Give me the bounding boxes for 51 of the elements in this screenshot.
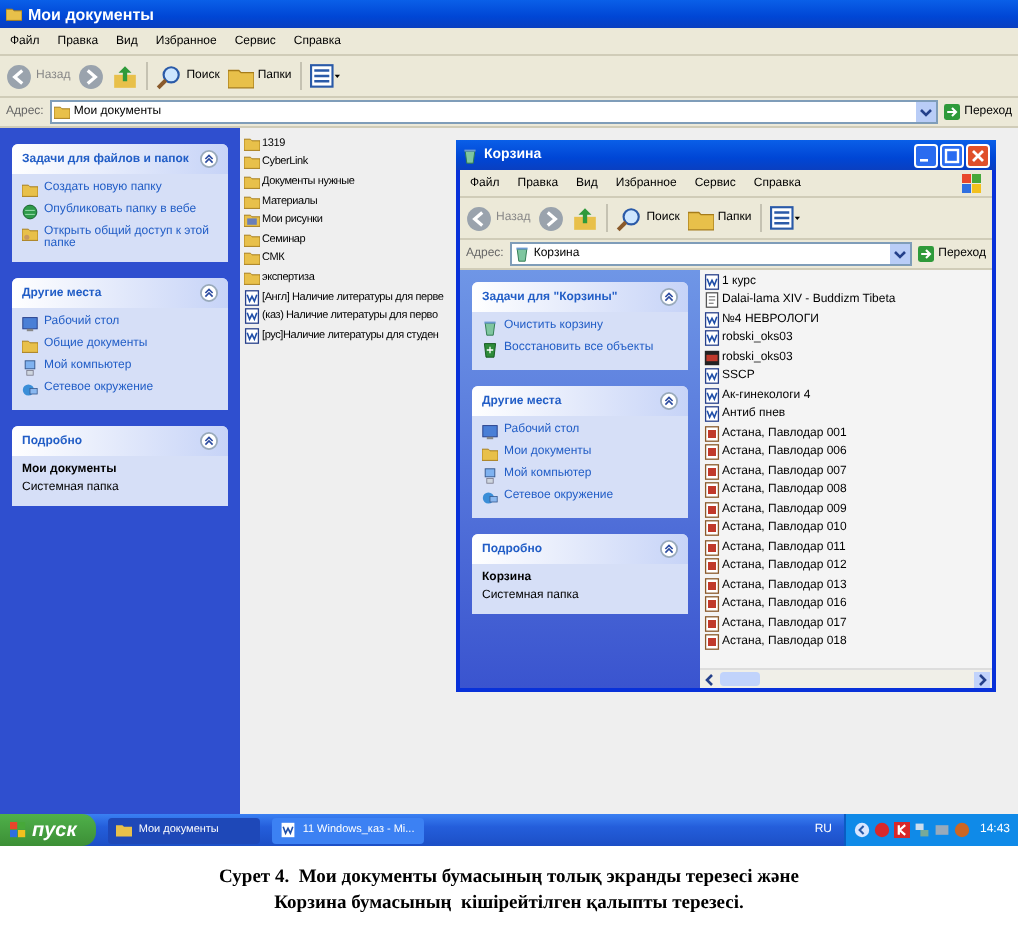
go-arrow-icon <box>918 246 935 262</box>
collapse-icon[interactable] <box>660 288 678 306</box>
figure-caption: Корзина бумасының кішірейтілген қалыпты терезесі. <box>274 892 744 918</box>
go-arrow-icon <box>944 104 961 120</box>
network-icon <box>22 382 38 398</box>
window-title: Мои документы <box>28 5 154 23</box>
network-icon[interactable] <box>913 822 930 838</box>
horizontal-scrollbar[interactable] <box>700 668 992 688</box>
folder-icon <box>116 822 133 838</box>
flag-logo-icon <box>962 173 982 193</box>
folder-icon <box>6 6 22 22</box>
share-folder-icon <box>22 226 38 242</box>
recycle-bin-icon <box>482 320 498 336</box>
close-button[interactable] <box>966 143 990 167</box>
k-logo-icon[interactable] <box>893 822 910 838</box>
desktop-icon <box>482 424 498 440</box>
maximize-icon <box>944 147 960 163</box>
views-icon[interactable] <box>769 205 800 231</box>
folder-icon <box>482 446 498 462</box>
scroll-thumb[interactable] <box>720 672 760 686</box>
folder-icon <box>53 104 70 120</box>
search-icon <box>616 205 643 231</box>
collapse-icon[interactable] <box>660 392 678 410</box>
views-icon[interactable] <box>309 63 340 89</box>
picture-folder-icon <box>244 212 260 229</box>
collapse-icon[interactable] <box>200 432 218 450</box>
folder-icon <box>22 338 38 354</box>
document-icon <box>280 822 297 838</box>
folder-icon <box>22 182 38 198</box>
scroll-right-arrow-icon[interactable] <box>974 671 990 687</box>
search-icon <box>156 63 183 89</box>
computer-icon <box>22 360 38 376</box>
recycle-bin-icon <box>462 147 478 163</box>
figure-caption: Сурет 4. Мои документы бумасының толық экранды терезесі және <box>219 866 799 892</box>
network-icon <box>482 490 498 506</box>
up-folder-icon[interactable] <box>112 63 139 89</box>
computer-icon <box>482 468 498 484</box>
flag-logo-icon <box>10 822 26 838</box>
collapse-icon[interactable] <box>200 284 218 302</box>
collapse-icon[interactable] <box>660 540 678 558</box>
maximize-button[interactable] <box>940 143 964 167</box>
restore-icon <box>482 342 498 358</box>
minimize-button[interactable] <box>914 143 938 167</box>
arrow-icon[interactable] <box>853 822 870 838</box>
media-file-icon <box>704 349 720 366</box>
close-icon <box>970 147 986 163</box>
recycle-bin-icon <box>513 246 530 262</box>
globe-icon <box>22 204 38 220</box>
collapse-icon[interactable] <box>200 150 218 168</box>
up-folder-icon[interactable] <box>572 205 599 231</box>
desktop-icon <box>22 316 38 332</box>
